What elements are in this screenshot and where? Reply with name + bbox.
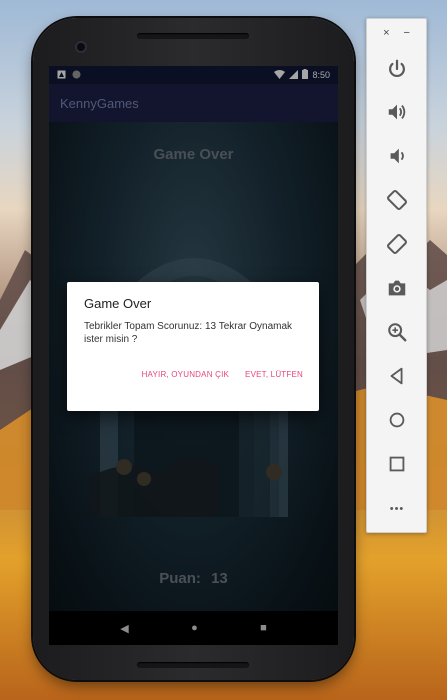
rotate-left-button[interactable] — [381, 184, 413, 216]
close-icon[interactable]: × — [383, 27, 389, 39]
home-icon — [389, 412, 405, 428]
front-camera — [77, 43, 85, 51]
speaker-grille — [137, 33, 249, 39]
panel-window-controls: × − — [367, 27, 426, 39]
game-over-dialog: Game Over Tebrikler Topam Scorunuz: 13 T… — [67, 282, 319, 411]
zoom-icon — [388, 323, 407, 342]
rotate-right-icon — [387, 234, 407, 254]
minimize-icon[interactable]: − — [404, 27, 410, 39]
overview-icon — [389, 456, 405, 472]
more-options-button[interactable]: ••• — [381, 493, 413, 525]
emulator-toolbar: × − ••• — [366, 18, 427, 533]
volume-down-button[interactable] — [381, 140, 413, 172]
volume-up-button[interactable] — [381, 96, 413, 128]
home-button[interactable] — [381, 404, 413, 436]
dialog-title: Game Over — [84, 296, 152, 311]
dialog-actions: HAYIR, OYUNDAN ÇIK EVET, LÜTFEN — [142, 370, 303, 379]
no-quit-button[interactable]: HAYIR, OYUNDAN ÇIK — [142, 370, 229, 379]
screenshot-button[interactable] — [381, 272, 413, 304]
volume-up-icon — [388, 104, 406, 120]
dialog-message: Tebrikler Topam Scorunuz: 13 Tekrar Oyna… — [84, 321, 293, 345]
device-screen: 8:50 KennyGames Game Over Puan: 13 ◀ ● ■… — [49, 66, 338, 645]
power-icon — [389, 59, 405, 78]
power-button[interactable] — [381, 53, 413, 85]
volume-down-icon — [390, 148, 404, 164]
camera-icon — [388, 280, 406, 296]
overview-button[interactable] — [381, 448, 413, 480]
back-button[interactable] — [381, 360, 413, 392]
rotate-right-button[interactable] — [381, 228, 413, 260]
rotate-left-icon — [387, 190, 407, 210]
speaker-grille — [137, 662, 249, 668]
zoom-button[interactable] — [381, 316, 413, 348]
yes-please-button[interactable]: EVET, LÜTFEN — [245, 370, 303, 379]
back-icon — [390, 367, 403, 385]
